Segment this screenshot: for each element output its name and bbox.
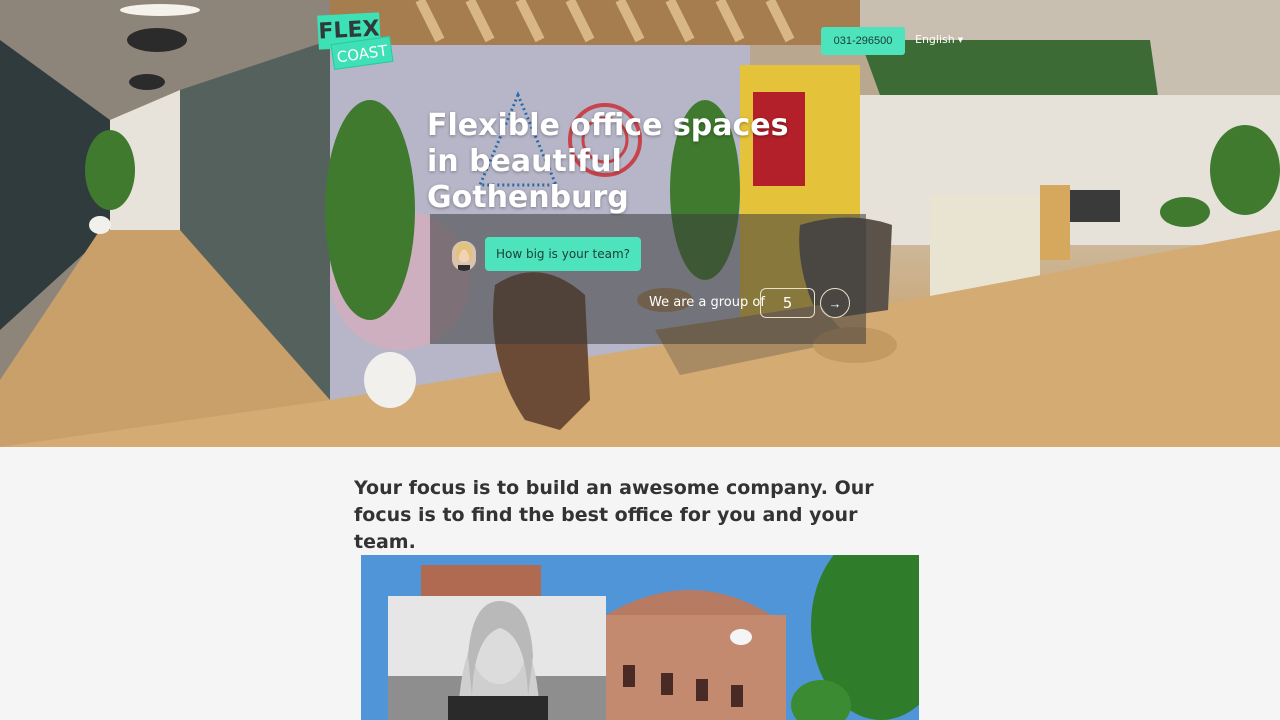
- arrow-right-icon: →: [828, 295, 842, 311]
- submit-group-size-button[interactable]: →: [820, 288, 850, 318]
- language-selector[interactable]: English ▼: [915, 33, 963, 46]
- advisor-portrait: [388, 596, 606, 720]
- hero-section: FLEX COAST 031-296500 English ▼ Flexible …: [0, 0, 1280, 447]
- chat-panel: [430, 214, 866, 344]
- advisor-avatar: [452, 241, 476, 271]
- language-label: English: [915, 33, 955, 46]
- group-size-input[interactable]: [760, 288, 815, 318]
- flexcoast-logo[interactable]: FLEX COAST: [317, 12, 394, 72]
- tagline: Your focus is to build an awesome compan…: [354, 477, 874, 553]
- caret-down-icon: ▼: [957, 36, 964, 44]
- phone-button[interactable]: 031-296500: [821, 27, 905, 55]
- chat-question-bubble: How big is your team?: [485, 237, 641, 271]
- hero-title: Flexible office spaces in beautiful Goth…: [427, 108, 789, 215]
- group-size-label: We are a group of: [649, 295, 765, 310]
